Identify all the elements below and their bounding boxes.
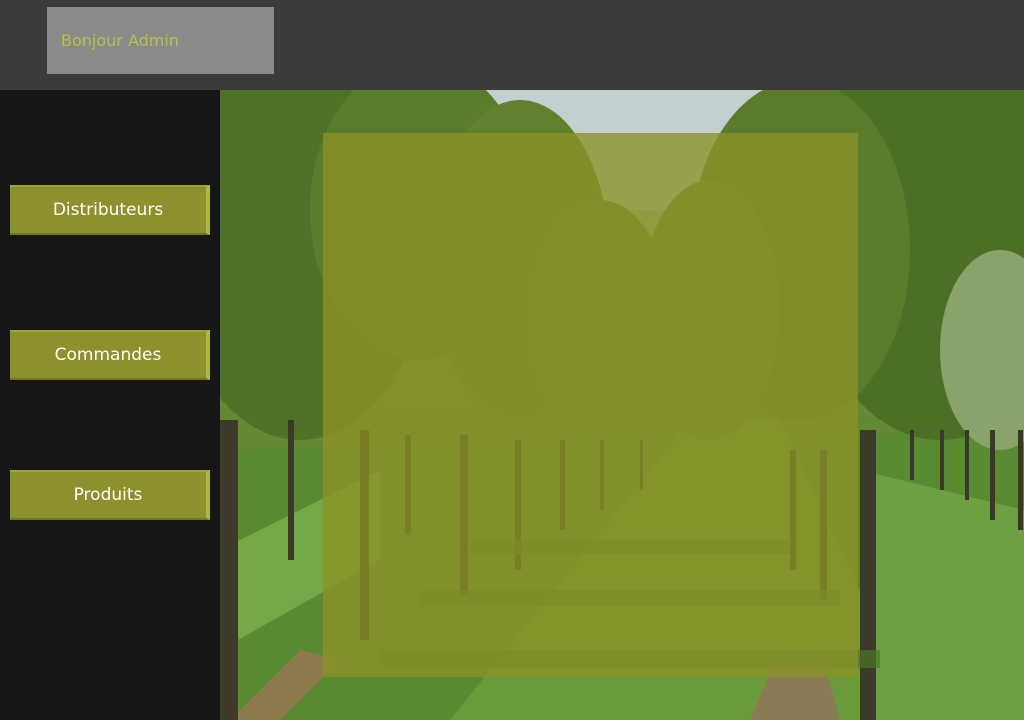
content-panel [323, 133, 858, 677]
sidebar-item-commandes[interactable]: Commandes [10, 330, 210, 380]
greeting-text: Bonjour Admin [61, 31, 179, 50]
sidebar-item-produits[interactable]: Produits [10, 470, 210, 520]
sidebar: Distributeurs Commandes Produits [0, 90, 220, 720]
sidebar-item-label: Distributeurs [52, 200, 164, 220]
sidebar-item-label: Commandes [54, 345, 162, 365]
greeting-box: Bonjour Admin [47, 7, 274, 74]
sidebar-item-label: Produits [73, 485, 143, 505]
top-bar: Bonjour Admin [0, 0, 1024, 90]
sidebar-item-distributeurs[interactable]: Distributeurs [10, 185, 210, 235]
